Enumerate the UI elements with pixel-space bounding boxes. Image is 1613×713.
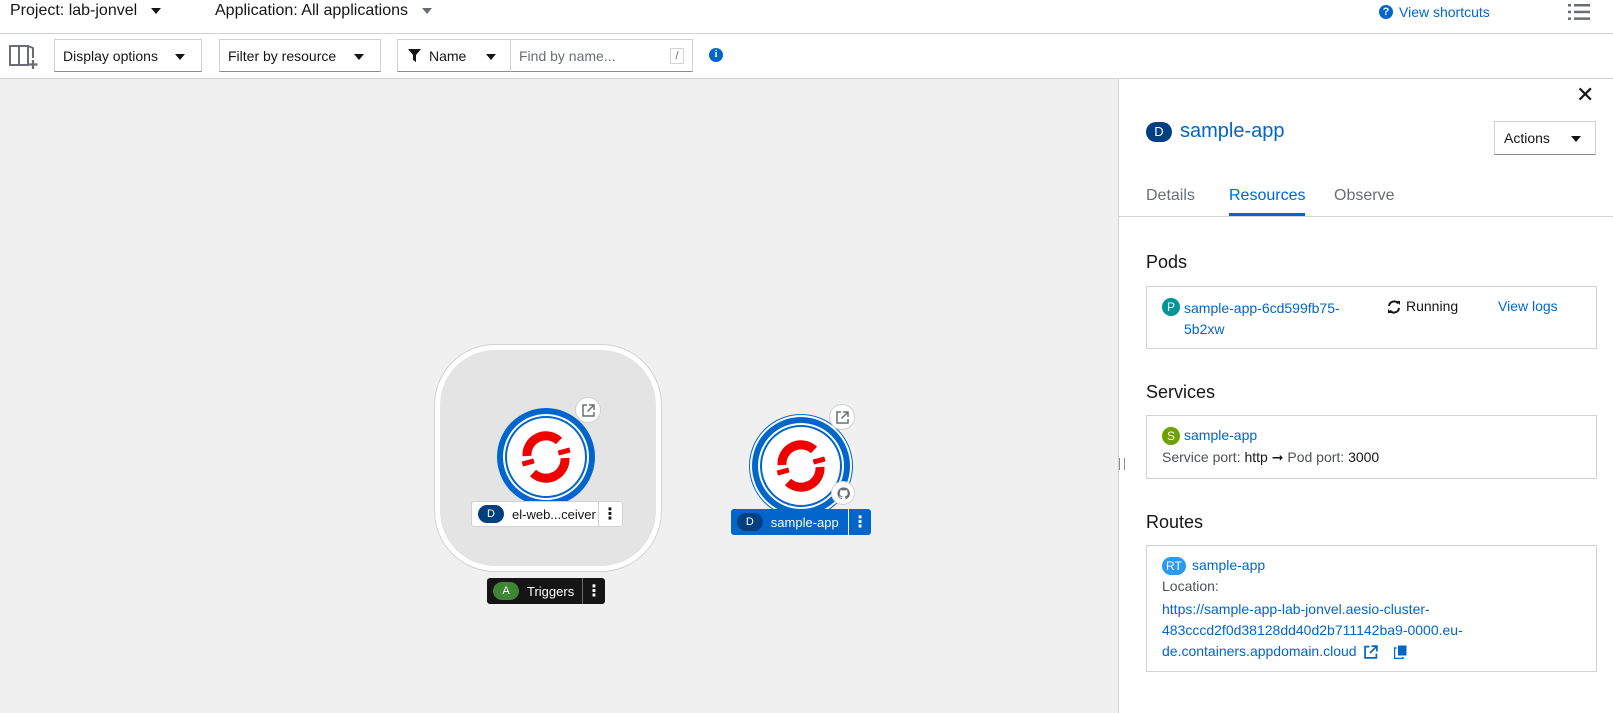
- display-options-dropdown[interactable]: Display options: [54, 39, 202, 72]
- el-webhook-receiver-node[interactable]: [497, 408, 595, 506]
- panel-title: D sample-app: [1146, 120, 1285, 143]
- el-webhook-receiver-label[interactable]: D el-web...ceiver ⋮: [471, 501, 623, 527]
- deployment-badge: D: [1146, 121, 1172, 142]
- pod-name-link[interactable]: sample-app-6cd599fb75- 5b2xw: [1184, 298, 1340, 340]
- topology-canvas[interactable]: D el-web...ceiver ⋮ A Triggers ⋮ D sampl…: [0, 79, 1118, 713]
- list-view-icon[interactable]: [1568, 3, 1590, 21]
- panel-tabs: Details Resources Observe: [1119, 178, 1613, 217]
- github-icon: [836, 486, 850, 499]
- route-name-link[interactable]: sample-app: [1192, 557, 1265, 573]
- route-badge: RT: [1162, 557, 1186, 575]
- application-selector[interactable]: Application: All applications: [215, 2, 433, 20]
- keyboard-shortcut-hint: /: [670, 48, 684, 64]
- open-url-button[interactable]: [575, 397, 601, 423]
- caret-down-icon: [486, 54, 496, 60]
- view-shortcuts-label: View shortcuts: [1399, 4, 1490, 20]
- deployment-badge: D: [737, 513, 763, 531]
- filter-by-resource-dropdown[interactable]: Filter by resource: [219, 39, 381, 72]
- add-to-project-icon[interactable]: [9, 43, 39, 69]
- pods-heading: Pods: [1146, 252, 1188, 272]
- kebab-menu-icon[interactable]: ⋮: [849, 509, 871, 535]
- service-port-line: Service port: http ➞ Pod port: 3000: [1162, 449, 1379, 466]
- source-code-button[interactable]: [831, 481, 855, 505]
- actions-label: Actions: [1504, 130, 1550, 146]
- tab-details[interactable]: Details: [1146, 187, 1195, 213]
- project-selector[interactable]: Project: lab-jonvel: [10, 2, 162, 20]
- open-url-button[interactable]: [829, 404, 855, 430]
- topology-toolbar: Display options Filter by resource Name …: [0, 34, 1613, 79]
- service-port-value: http: [1244, 449, 1268, 465]
- project-label: Project: lab-jonvel: [10, 2, 138, 19]
- sample-app-label[interactable]: D sample-app ⋮: [731, 509, 871, 535]
- find-by-name-input[interactable]: [511, 40, 661, 71]
- filter-type-dropdown[interactable]: Name: [397, 39, 511, 72]
- question-circle-icon: ?: [1379, 5, 1393, 19]
- copy-icon[interactable]: [1393, 645, 1407, 659]
- services-card: S sample-app Service port: http ➞ Pod po…: [1146, 415, 1597, 479]
- node-name: sample-app: [770, 514, 839, 530]
- sync-icon: [1388, 300, 1400, 314]
- service-port-label: Service port:: [1162, 449, 1241, 465]
- name-filter-group: Name /: [397, 39, 693, 72]
- kebab-menu-icon[interactable]: ⋮: [583, 578, 605, 604]
- external-link-icon: [581, 403, 595, 417]
- services-heading: Services: [1146, 382, 1216, 402]
- triggers-application-label[interactable]: A Triggers ⋮: [487, 578, 605, 604]
- application-name: Triggers: [527, 583, 575, 599]
- external-link-icon: [835, 410, 849, 424]
- service-name-link[interactable]: sample-app: [1184, 427, 1257, 443]
- view-logs-link[interactable]: View logs: [1498, 298, 1558, 314]
- route-url-line2[interactable]: 483cccd2f0d38128dd40d2b711142ba9-0000.eu…: [1162, 620, 1463, 641]
- kebab-menu-icon[interactable]: ⋮: [599, 501, 621, 527]
- route-url-line1[interactable]: https://sample-app-lab-jonvel.aesio-clus…: [1162, 599, 1463, 620]
- filter-icon: [408, 49, 421, 62]
- application-badge: A: [493, 582, 519, 600]
- pod-name-line1: sample-app-6cd599fb75-: [1184, 300, 1340, 316]
- application-label: Application: All applications: [215, 2, 409, 19]
- route-location: https://sample-app-lab-jonvel.aesio-clus…: [1162, 599, 1463, 662]
- routes-card: RT sample-app Location: https://sample-a…: [1146, 545, 1597, 672]
- caret-down-icon: [422, 8, 433, 14]
- top-bar: Project: lab-jonvel Application: All app…: [0, 0, 1613, 34]
- view-shortcuts-link[interactable]: ? View shortcuts: [1379, 4, 1490, 20]
- close-icon[interactable]: ✕: [1576, 84, 1594, 106]
- info-circle-icon[interactable]: i: [709, 48, 723, 62]
- filter-type-label: Name: [429, 47, 467, 64]
- caret-down-icon: [175, 54, 185, 60]
- tab-observe[interactable]: Observe: [1334, 187, 1394, 213]
- service-badge: S: [1162, 427, 1180, 445]
- find-by-name-field: /: [511, 39, 693, 72]
- tab-resources[interactable]: Resources: [1229, 187, 1306, 216]
- caret-down-icon: [151, 8, 162, 14]
- pod-status: Running: [1406, 298, 1459, 314]
- filter-by-resource-label: Filter by resource: [228, 47, 337, 64]
- pod-badge: P: [1162, 298, 1180, 316]
- pod-name-line2: 5b2xw: [1184, 321, 1225, 337]
- pods-card: P sample-app-6cd599fb75- 5b2xw Running V…: [1146, 286, 1597, 349]
- routes-heading: Routes: [1146, 512, 1204, 532]
- deployment-badge: D: [478, 505, 504, 523]
- openshift-icon: [497, 408, 595, 506]
- pod-port-label: Pod port:: [1287, 449, 1345, 465]
- resource-name: sample-app: [1180, 120, 1285, 142]
- actions-dropdown[interactable]: Actions: [1494, 121, 1596, 155]
- pod-port-value: 3000: [1348, 449, 1380, 465]
- arrow-right-icon: ➞: [1271, 449, 1284, 465]
- caret-down-icon: [354, 54, 364, 60]
- location-label: Location:: [1162, 578, 1219, 594]
- external-link-icon[interactable]: [1363, 644, 1378, 659]
- resize-handle[interactable]: [1119, 458, 1125, 470]
- caret-down-icon: [1571, 136, 1581, 142]
- display-options-label: Display options: [63, 47, 158, 64]
- route-url-line3[interactable]: de.containers.appdomain.cloud: [1162, 641, 1357, 662]
- node-name: el-web...ceiver: [512, 506, 596, 522]
